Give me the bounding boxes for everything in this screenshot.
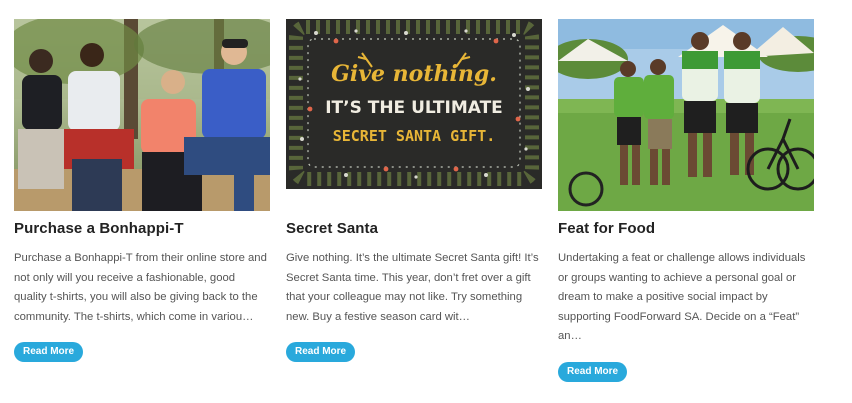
article-card-secret-santa: Give nothing. IT’S THE ULTIMATE SECRET S… — [286, 19, 542, 362]
card-title[interactable]: Secret Santa — [286, 220, 378, 237]
read-more-button[interactable]: Read More — [558, 362, 628, 382]
image-text-line3: SECRET SANTA GIFT. — [333, 127, 496, 145]
card-excerpt: Give nothing. It’s the ultimate Secret S… — [286, 252, 539, 323]
card-excerpt: Purchase a Bonhappi-T from their online … — [14, 252, 267, 323]
feat-for-food-photo[interactable] — [558, 19, 814, 211]
bonhappi-photo[interactable] — [14, 19, 270, 211]
card-title[interactable]: Feat for Food — [558, 220, 655, 237]
card-excerpt: Undertaking a feat or challenge allows i… — [558, 252, 806, 343]
image-text-line1: Give nothing. — [331, 61, 497, 87]
secret-santa-image[interactable]: Give nothing. IT’S THE ULTIMATE SECRET S… — [286, 19, 542, 189]
article-card-feat-for-food: Feat for Food Undertaking a feat or chal… — [558, 19, 814, 382]
article-card-bonhappi: Purchase a Bonhappi-T Purchase a Bonhapp… — [14, 19, 270, 362]
read-more-button[interactable]: Read More — [286, 342, 356, 362]
read-more-button[interactable]: Read More — [14, 342, 84, 362]
image-text-line2: IT’S THE ULTIMATE — [325, 98, 503, 118]
card-title[interactable]: Purchase a Bonhappi-T — [14, 220, 184, 237]
